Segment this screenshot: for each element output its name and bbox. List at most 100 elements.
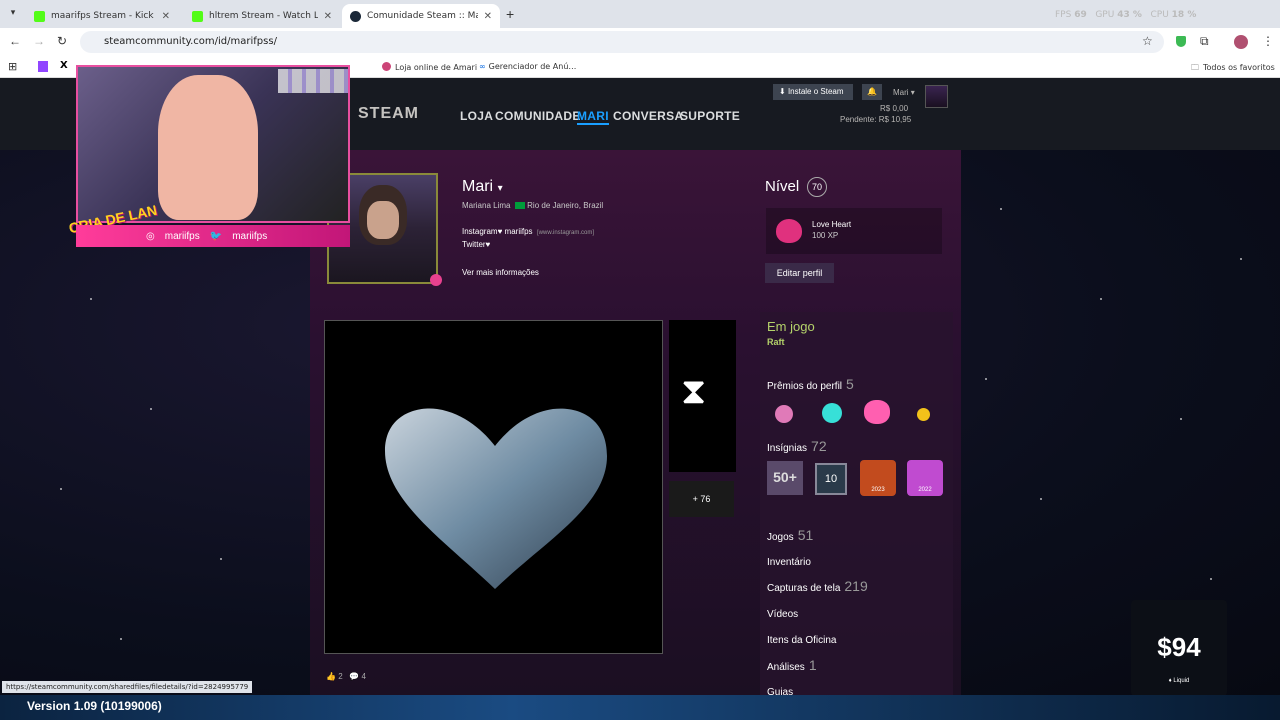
social-handles-bar: ◎ mariifps 🐦 mariifps — [76, 225, 350, 247]
status-url: https://steamcommunity.com/sharedfiles/f… — [2, 681, 253, 693]
close-icon[interactable]: ✕ — [324, 11, 332, 22]
steam-logo[interactable]: STEAM — [358, 105, 419, 123]
hourglass-icon: ⧗ — [681, 370, 707, 411]
store-icon — [382, 62, 391, 71]
award-heart-icon[interactable] — [864, 400, 890, 424]
nav-loja[interactable]: LOJA — [460, 109, 493, 123]
badge-tile-2023[interactable]: 2023 — [860, 460, 896, 496]
heart-badge-icon — [776, 219, 802, 243]
workshop-link[interactable]: Itens da Oficina — [767, 635, 836, 646]
profile-avatar-icon[interactable] — [1234, 35, 1248, 49]
award-coin-icon[interactable] — [917, 408, 930, 421]
videos-link[interactable]: Vídeos — [767, 609, 798, 620]
new-tab-icon[interactable]: + — [506, 6, 514, 22]
folder-icon: 🗀 — [1191, 63, 1199, 72]
x-icon[interactable]: X — [60, 60, 68, 71]
tab-kick-dashboard[interactable]: maarifps Stream - Kick Dashbo… ✕ — [26, 4, 178, 28]
bookmark-loja[interactable]: Loja online de Amari — [382, 62, 477, 72]
close-icon[interactable]: ✕ — [484, 11, 492, 22]
chevron-down-icon: ▾ — [910, 88, 915, 97]
wallet-balance: R$ 0,00 — [880, 104, 909, 113]
all-favorites[interactable]: 🗀 Todos os favoritos — [1191, 62, 1275, 76]
url-input[interactable]: steamcommunity.com/id/marifpss/ — [80, 31, 1164, 53]
bookmark-gerenciador[interactable]: ∞ Gerenciador de Anú… — [479, 62, 576, 71]
version-text: Version 1.09 (10199006) — [27, 699, 162, 713]
profile-summary: Instagram♥ mariifps [www.instagram.com] … — [462, 227, 595, 249]
tab-label: Comunidade Steam :: Mari — [367, 11, 478, 21]
nav-conversa[interactable]: CONVERSA — [613, 109, 683, 123]
tab-kick-hltrem[interactable]: hltrem Stream - Watch Live on … ✕ — [184, 4, 340, 28]
kick-icon — [34, 10, 45, 22]
current-game[interactable]: Raft — [767, 337, 785, 347]
extension-shield-icon[interactable] — [1176, 36, 1186, 47]
awards-header[interactable]: Prêmios do perfil 5 — [767, 376, 854, 394]
forward-icon[interactable]: → — [33, 34, 45, 48]
apps-icon[interactable]: ⊞ — [8, 60, 17, 73]
price-widget: $94 ♦ Liquid — [1131, 600, 1227, 695]
menu-dots-icon[interactable]: ⋮ — [1262, 34, 1274, 48]
nav-mari[interactable]: MARI — [577, 109, 609, 125]
address-bar-row: ← → ↻ steamcommunity.com/id/marifpss/ ☆ … — [0, 28, 1280, 56]
tab-label: hltrem Stream - Watch Live on … — [209, 11, 318, 21]
hex-lights — [278, 69, 348, 93]
nav-suporte[interactable]: SUPORTE — [680, 109, 740, 123]
close-icon[interactable]: ✕ — [162, 11, 170, 22]
twitch-icon[interactable] — [38, 61, 48, 72]
award-comet-icon[interactable] — [822, 403, 842, 423]
tab-label: maarifps Stream - Kick Dashbo… — [51, 11, 156, 21]
artwork-showcase[interactable] — [324, 320, 663, 654]
instagram-icon: ◎ — [146, 230, 155, 242]
badge-tile-2022[interactable]: 2022 — [907, 460, 943, 496]
pending-balance: Pendente: R$ 10,95 — [840, 115, 912, 124]
edit-profile-button[interactable]: Editar perfil — [765, 263, 834, 283]
back-icon[interactable]: ← — [9, 34, 21, 48]
price-label: ♦ Liquid — [1168, 678, 1190, 684]
showcase-reactions: 👍 2 💬 4 — [326, 672, 366, 681]
webcam-overlay — [76, 65, 350, 223]
chair-shape — [158, 75, 258, 220]
like-icon[interactable]: 👍 — [326, 672, 336, 681]
download-icon: ⬇ — [779, 87, 786, 96]
in-game-label: Em jogo — [767, 319, 815, 334]
bookmark-star-icon[interactable]: ☆ — [1142, 34, 1153, 48]
tab-search-icon[interactable]: ▾ — [6, 7, 20, 21]
account-menu[interactable]: Mari ▾ — [893, 88, 915, 97]
badges-header[interactable]: Insígnias 72 — [767, 438, 827, 456]
games-link[interactable]: Jogos 51 — [767, 527, 813, 545]
extensions-icon[interactable]: ⧉ — [1200, 34, 1209, 49]
badge-xp: 100 XP — [812, 231, 839, 240]
tab-steam-community[interactable]: Comunidade Steam :: Mari ✕ — [342, 4, 500, 28]
more-info-link[interactable]: Ver mais informações — [462, 268, 539, 277]
browser-tab-strip: ▾ maarifps Stream - Kick Dashbo… ✕ hltre… — [0, 0, 1280, 28]
install-steam-button[interactable]: ⬇ Instale o Steam — [773, 84, 853, 100]
inventory-link[interactable]: Inventário — [767, 557, 811, 568]
level-badge[interactable]: 70 — [807, 177, 827, 197]
nav-comunidade[interactable]: COMUNIDADE — [495, 109, 581, 123]
profile-realname-location: Mariana Lima Rio de Janeiro, Brazil — [462, 201, 604, 210]
more-screenshots-button[interactable]: + 76 — [669, 481, 734, 517]
reload-icon[interactable]: ↻ — [57, 34, 67, 48]
account-avatar[interactable] — [925, 85, 948, 108]
chevron-down-icon: ▾ — [497, 183, 503, 194]
kick-icon — [192, 10, 203, 22]
guides-link[interactable]: Guias — [767, 687, 793, 695]
screenshots-link[interactable]: Capturas de tela 219 — [767, 578, 868, 596]
award-mushroom-icon[interactable] — [775, 405, 793, 423]
steam-icon — [350, 10, 361, 22]
perf-overlay: FPS 69 GPU 43 % CPU 18 % — [1055, 10, 1197, 20]
notifications-bell-icon[interactable]: 🔔 — [862, 84, 882, 100]
meta-icon: ∞ — [479, 62, 486, 71]
avatar-heart-icon — [430, 274, 442, 286]
badge-tile-50plus[interactable]: 50+ — [767, 461, 803, 495]
twitter-icon: 🐦 — [209, 230, 223, 242]
profile-name[interactable]: Mari ▾ — [462, 178, 503, 196]
brazil-flag-icon — [514, 202, 525, 209]
comment-icon[interactable]: 💬 — [349, 672, 359, 681]
reviews-link[interactable]: Análises 1 — [767, 657, 817, 675]
price-value: $94 — [1157, 632, 1201, 662]
badge-name: Love Heart — [812, 220, 852, 229]
badge-tile-10[interactable]: 10 — [815, 463, 847, 495]
hourglass-thumbnail[interactable]: ⧗ — [669, 320, 736, 472]
featured-badge[interactable]: Love Heart 100 XP — [766, 208, 942, 254]
taskbar: Version 1.09 (10199006) — [0, 695, 1280, 720]
